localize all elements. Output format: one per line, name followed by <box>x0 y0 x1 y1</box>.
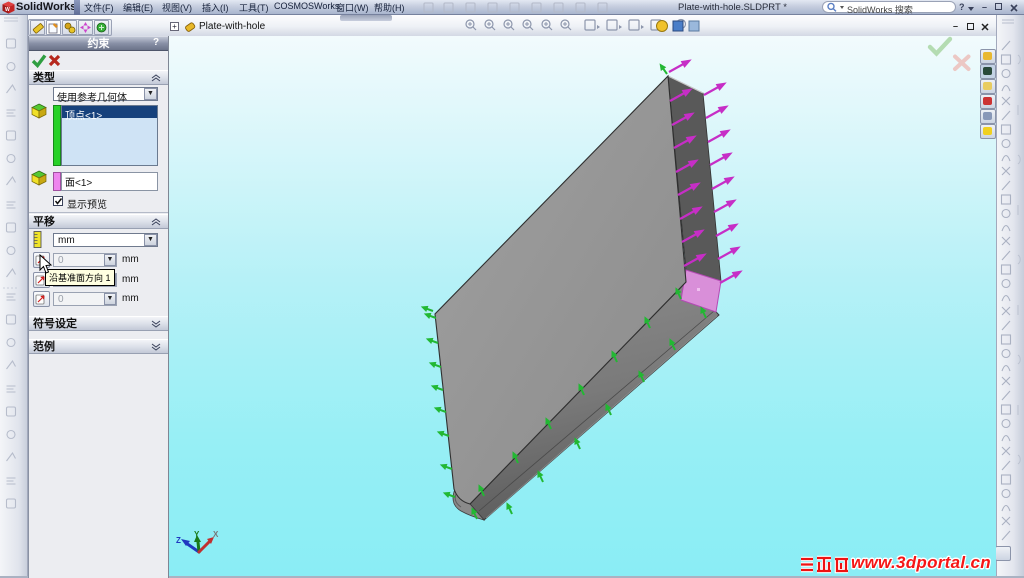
svg-text:Y: Y <box>194 530 200 539</box>
svg-text:X: X <box>213 530 219 539</box>
svg-text:Z: Z <box>176 536 181 545</box>
svg-text:W: W <box>5 7 10 13</box>
